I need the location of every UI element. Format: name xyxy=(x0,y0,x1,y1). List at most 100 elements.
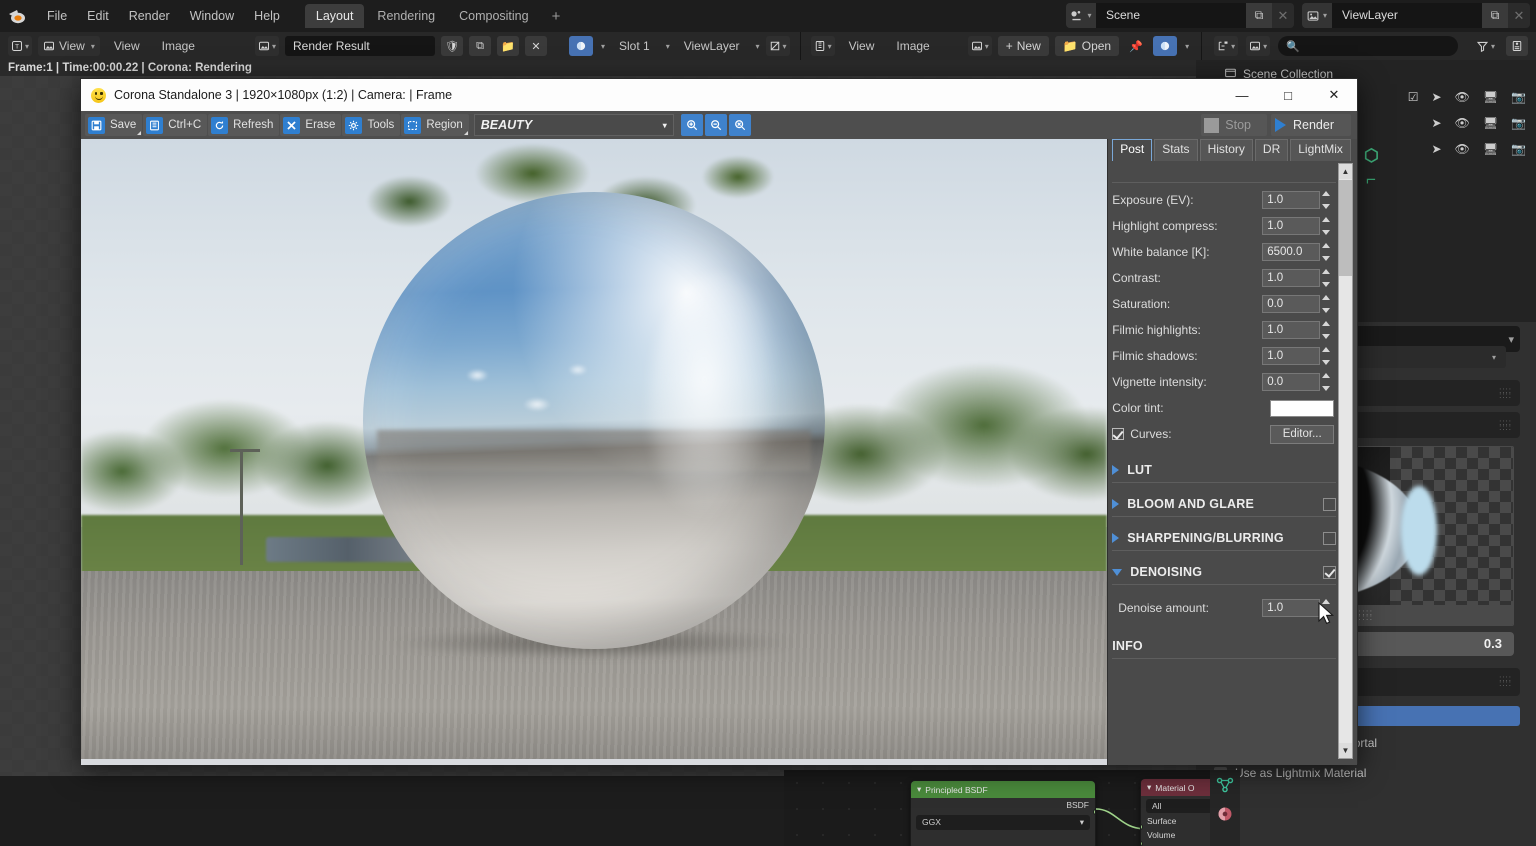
spin-down-icon[interactable] xyxy=(1322,204,1331,209)
outliner-filter-icon[interactable]: ▾ xyxy=(1473,36,1498,56)
curves-checkbox-group[interactable]: Curves: xyxy=(1112,427,1172,441)
corona-standalone-window[interactable]: Corona Standalone 3 | 1920×1080px (1:2) … xyxy=(80,78,1358,765)
right-view-menu[interactable]: View xyxy=(841,39,883,53)
properties-editor-type-icon[interactable] xyxy=(1506,36,1528,56)
editor-type-selector[interactable]: T ▾ xyxy=(8,36,33,56)
viewlayer-datablock[interactable]: ▾ ViewLayer ⧉ ✕ xyxy=(1302,3,1530,28)
menu-window[interactable]: Window xyxy=(181,5,243,27)
sharpening-blurring-checkbox[interactable] xyxy=(1323,531,1337,545)
maximize-button[interactable]: □ xyxy=(1265,79,1311,111)
vignette-intensity-input[interactable] xyxy=(1262,373,1321,391)
scene-icon[interactable]: ▾ xyxy=(1066,3,1096,28)
preview-drag-dots-icon[interactable]: :::::::: xyxy=(1359,609,1374,622)
expand-triangle-icon[interactable] xyxy=(1112,499,1120,509)
denoise-amount-spinner[interactable] xyxy=(1262,599,1334,617)
cursor-select-icon[interactable]: ➤ xyxy=(1432,116,1442,130)
collapse-chevron-icon[interactable]: ▾ xyxy=(917,784,921,795)
scrollbar-thumb[interactable] xyxy=(1339,180,1352,276)
vfb-horizontal-scrollbar[interactable] xyxy=(81,759,1108,765)
spin-down-icon[interactable] xyxy=(1322,612,1331,617)
camera-icon[interactable]: 📷 xyxy=(1511,116,1526,130)
pin-icon[interactable]: 📌 xyxy=(1125,36,1147,56)
new-image-button[interactable]: + New xyxy=(997,36,1049,56)
spin-up-icon[interactable] xyxy=(1322,217,1331,222)
filmic-highlights-input[interactable] xyxy=(1262,321,1321,339)
open-image-button[interactable]: 📁 Open xyxy=(1054,36,1120,56)
checkbox-icon[interactable]: ☑ xyxy=(1408,90,1419,104)
camera-icon[interactable]: 📷 xyxy=(1511,142,1526,156)
spin-up-icon[interactable] xyxy=(1322,243,1331,248)
outliner-filter-row-3[interactable]: ➤ 👁 🖥 📷 xyxy=(1432,142,1526,156)
bloom-and-glare-checkbox[interactable] xyxy=(1323,497,1337,511)
expand-triangle-icon[interactable] xyxy=(1112,533,1120,543)
curves-editor-button[interactable]: Editor... xyxy=(1270,424,1335,444)
scroll-up-icon[interactable]: ▲ xyxy=(1339,164,1352,179)
zoom-reset-icon[interactable] xyxy=(728,114,751,136)
blender-logo-icon[interactable] xyxy=(6,5,28,27)
shader-node-editor[interactable]: ▾ Principled BSDF BSDF GGX ▾ ▾ Material … xyxy=(784,770,1240,846)
white-balance-input[interactable] xyxy=(1262,243,1321,261)
tab-stats[interactable]: Stats xyxy=(1154,139,1198,161)
spin-down-icon[interactable] xyxy=(1322,256,1331,261)
erase-button[interactable]: Erase xyxy=(280,114,342,136)
close-button[interactable]: ✕ xyxy=(1311,79,1357,111)
eye-icon[interactable]: 👁 xyxy=(1455,90,1470,104)
denoise-amount-input[interactable] xyxy=(1262,599,1321,617)
image-datablock-name[interactable]: Render Result xyxy=(285,36,435,56)
spin-down-icon[interactable] xyxy=(1322,386,1331,391)
spin-up-icon[interactable] xyxy=(1322,599,1331,604)
view-mode-selector[interactable]: View ▾ xyxy=(38,36,100,56)
principled-bsdf-header[interactable]: ▾ Principled BSDF xyxy=(911,781,1095,798)
tools-button[interactable]: Tools xyxy=(342,114,401,136)
zoom-in-icon[interactable] xyxy=(680,114,703,136)
panel-scrollbar[interactable]: ▲ ▼ xyxy=(1338,163,1353,759)
highlight-compress-input[interactable] xyxy=(1262,217,1321,235)
monitor-icon[interactable]: 🖥 xyxy=(1483,142,1498,156)
stop-button[interactable]: Stop xyxy=(1201,114,1267,136)
volume-input-socket[interactable] xyxy=(1141,841,1143,846)
spin-up-icon[interactable] xyxy=(1322,295,1331,300)
outliner-filter-row-1[interactable]: ☑ ➤ 👁 🖥 📷 xyxy=(1408,90,1526,104)
spin-up-icon[interactable] xyxy=(1322,347,1331,352)
menu-file[interactable]: File xyxy=(38,5,76,27)
monitor-icon[interactable]: 🖥 xyxy=(1483,116,1498,130)
cursor-select-icon[interactable]: ➤ xyxy=(1432,142,1442,156)
render-button[interactable]: Render xyxy=(1271,114,1351,136)
highlight-compress-spinner[interactable] xyxy=(1262,217,1334,235)
menu-help[interactable]: Help xyxy=(245,5,289,27)
cursor-select-icon[interactable]: ➤ xyxy=(1432,90,1442,104)
image-copy-icon[interactable]: ⧉ xyxy=(469,36,491,56)
filmic-shadows-spinner[interactable] xyxy=(1262,347,1334,365)
saturation-spinner[interactable] xyxy=(1262,295,1334,313)
save-button[interactable]: Save xyxy=(85,114,143,136)
display-channels-icon[interactable]: ▾ xyxy=(765,36,790,56)
bloom-and-glare-section[interactable]: BLOOM AND GLARE xyxy=(1112,497,1337,517)
spin-down-icon[interactable] xyxy=(1322,360,1331,365)
scene-datablock[interactable]: ▾ Scene ⧉ ✕ xyxy=(1066,3,1294,28)
image-editor-image-menu[interactable]: Image xyxy=(154,39,203,53)
right-image-menu[interactable]: Image xyxy=(888,39,937,53)
viewlayer-icon[interactable]: ▾ xyxy=(1302,3,1332,28)
render-viewlayer-label[interactable]: ViewLayer xyxy=(676,39,748,53)
vignette-intensity-spinner[interactable] xyxy=(1262,373,1334,391)
lut-section[interactable]: LUT xyxy=(1112,463,1337,483)
camera-icon[interactable]: 📷 xyxy=(1511,90,1526,104)
eye-icon[interactable]: 👁 xyxy=(1455,142,1470,156)
spin-down-icon[interactable] xyxy=(1322,282,1331,287)
render-slot-icon-2[interactable] xyxy=(1153,36,1178,56)
refresh-button[interactable]: Refresh xyxy=(208,114,280,136)
add-workspace-button[interactable]: + xyxy=(542,6,571,27)
filmic-shadows-input[interactable] xyxy=(1262,347,1321,365)
info-section[interactable]: INFO xyxy=(1112,639,1337,659)
spin-down-icon[interactable] xyxy=(1322,308,1331,313)
viewlayer-duplicate-button[interactable]: ⧉ xyxy=(1482,3,1508,28)
copy-button[interactable]: Ctrl+C xyxy=(143,114,208,136)
region-button[interactable]: Region xyxy=(401,114,469,136)
principled-bsdf-node[interactable]: ▾ Principled BSDF BSDF GGX ▾ xyxy=(910,780,1096,846)
color-tint-swatch[interactable] xyxy=(1270,399,1335,417)
tab-rendering[interactable]: Rendering xyxy=(366,4,446,28)
collapse-triangle-icon[interactable] xyxy=(1112,568,1123,576)
tab-compositing[interactable]: Compositing xyxy=(448,4,539,28)
tab-dr[interactable]: DR xyxy=(1254,139,1289,161)
spin-up-icon[interactable] xyxy=(1322,321,1331,326)
